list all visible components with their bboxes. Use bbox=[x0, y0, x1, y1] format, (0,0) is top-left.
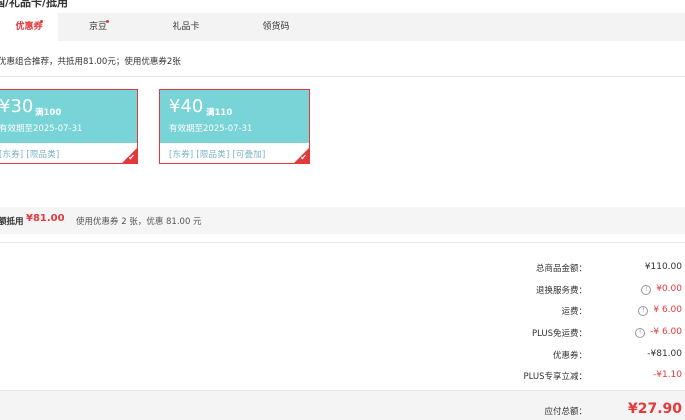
fee-label-subtotal: 总商品金额： bbox=[535, 264, 587, 274]
section-title: 国/礼品卡/抵用 bbox=[0, 0, 69, 9]
fee-label-plus-discount: PLUS专享立减： bbox=[523, 372, 587, 382]
summary-label: 额抵用 bbox=[0, 217, 24, 227]
tab-jingdou-dot bbox=[106, 20, 109, 23]
fee-amount: ¥ 6.00 bbox=[653, 305, 682, 315]
fee-amount: -¥ 6.00 bbox=[650, 327, 682, 337]
summary-amount: ¥81.00 bbox=[26, 213, 65, 224]
fee-label-return-service: 退换服务费： bbox=[535, 286, 587, 296]
checkmark-icon: ✔ bbox=[128, 153, 135, 162]
tab-coupons-label: 优惠券 bbox=[15, 22, 43, 32]
divider bbox=[0, 242, 685, 243]
tab-redeem-code[interactable]: 领货码 bbox=[240, 13, 312, 41]
total-bar: 应付总额： ¥27.90 bbox=[0, 390, 685, 420]
coupon-tags: [东券] [限品类] [可叠加] bbox=[169, 150, 266, 160]
recommend-text: 优惠组合推荐，共抵用81.00元；使用优惠券2张 bbox=[0, 57, 181, 67]
coupon-footer: [东券] [限品类] [可叠加] bbox=[160, 143, 309, 163]
info-circle-icon[interactable]: ! bbox=[635, 328, 646, 338]
fee-amount: ¥0.00 bbox=[656, 284, 682, 294]
tab-redeem-code-label: 领货码 bbox=[262, 22, 290, 32]
coupon-footer: [东券] [限品类] bbox=[0, 143, 137, 163]
tab-gift-card[interactable]: 礼品卡 bbox=[150, 13, 222, 41]
coupon-condition: 满110 bbox=[206, 108, 233, 118]
fee-value-plus-free-shipping: ! -¥ 6.00 bbox=[635, 327, 682, 338]
coupon-card[interactable]: ¥40 满110 有效期至2025-07-31 [东券] [限品类] [可叠加]… bbox=[159, 89, 310, 164]
coupon-summary-bar: 额抵用 ¥81.00 使用优惠券 2 张，优惠 81.00 元 bbox=[0, 207, 685, 234]
coupon-card[interactable]: ¥30 满100 有效期至2025-07-31 [东券] [限品类] ✔ bbox=[0, 89, 138, 164]
divider bbox=[0, 76, 685, 77]
tab-jingdou[interactable]: 京豆 bbox=[58, 13, 138, 41]
discount-tabs: 优惠券 京豆 礼品卡 领货码 bbox=[0, 13, 685, 41]
coupon-face: ¥30 满100 有效期至2025-07-31 bbox=[0, 90, 137, 143]
checkmark-icon: ✔ bbox=[300, 153, 307, 162]
tab-coupons[interactable]: 优惠券 bbox=[0, 13, 58, 41]
info-circle-icon[interactable]: ! bbox=[638, 306, 649, 316]
fee-label-coupon: 优惠券： bbox=[552, 351, 587, 361]
coupon-tags: [东券] [限品类] bbox=[0, 150, 60, 160]
tab-jingdou-label: 京豆 bbox=[88, 22, 107, 32]
coupon-amount: ¥40 bbox=[169, 96, 204, 117]
fee-value-subtotal: ¥110.00 bbox=[644, 262, 682, 272]
coupon-amount: ¥30 bbox=[0, 96, 34, 117]
total-label: 应付总额： bbox=[544, 407, 587, 417]
fee-value-coupon: -¥81.00 bbox=[647, 349, 682, 359]
fee-value-shipping: ! ¥ 6.00 bbox=[638, 305, 682, 316]
fee-label-shipping: 运费： bbox=[561, 307, 587, 317]
total-amount: ¥27.90 bbox=[627, 401, 682, 417]
fee-label-plus-free-shipping: PLUS免运费： bbox=[531, 329, 587, 339]
coupon-expire: 有效期至2025-07-31 bbox=[0, 124, 83, 134]
summary-desc: 使用优惠券 2 张，优惠 81.00 元 bbox=[76, 217, 202, 227]
info-circle-icon[interactable]: ! bbox=[641, 285, 652, 295]
coupon-expire: 有效期至2025-07-31 bbox=[169, 124, 253, 134]
coupon-face: ¥40 满110 有效期至2025-07-31 bbox=[160, 90, 309, 143]
fee-value-plus-discount: -¥1.10 bbox=[652, 370, 682, 380]
fee-value-return-service: ! ¥0.00 bbox=[641, 284, 682, 295]
tab-gift-card-label: 礼品卡 bbox=[172, 22, 200, 32]
coupon-condition: 满100 bbox=[35, 108, 62, 118]
tab-coupons-dot bbox=[40, 20, 43, 23]
